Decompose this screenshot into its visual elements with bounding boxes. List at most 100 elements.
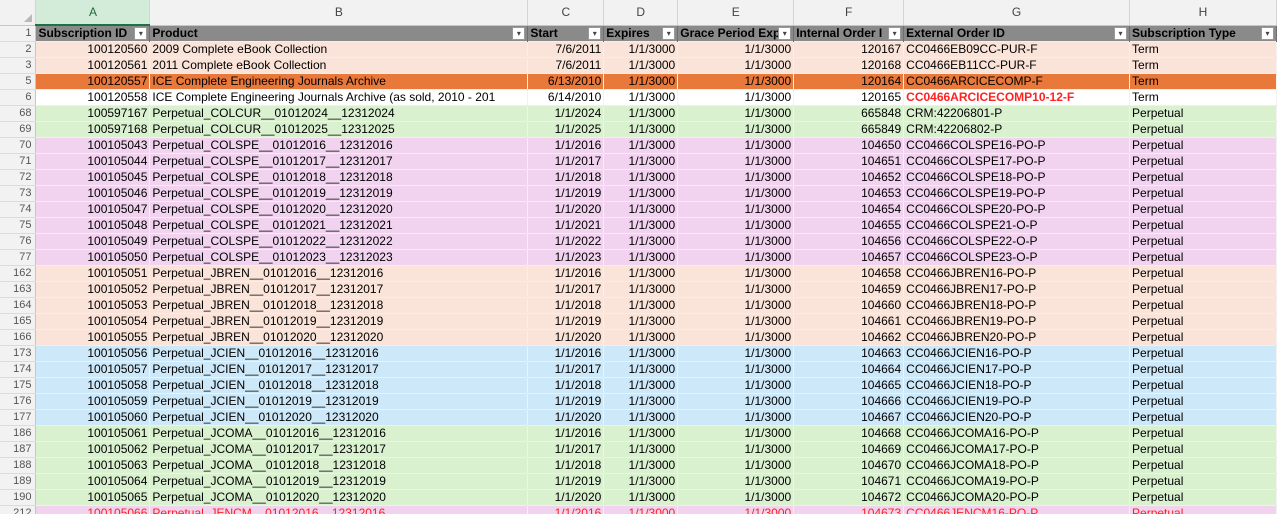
spreadsheet-grid[interactable]: A B C D E F G H 1 Subscription ID ▾ Product ▾ Start ▾ E… xyxy=(0,0,1277,514)
cell-expires[interactable]: 1/1/3000 xyxy=(603,409,679,426)
cell-subscription-type[interactable]: Perpetual xyxy=(1129,233,1277,250)
cell-subscription-id[interactable]: 100120557 xyxy=(35,73,151,90)
cell-external-order-id[interactable]: CC0466COLSPE22-O-P xyxy=(903,233,1131,250)
cell-grace-period-exp[interactable]: 1/1/3000 xyxy=(677,265,795,282)
cell-start[interactable]: 1/1/2019 xyxy=(527,473,605,490)
cell-start[interactable]: 1/1/2016 xyxy=(527,265,605,282)
cell-internal-order-id[interactable]: 104659 xyxy=(793,281,905,298)
row-number[interactable]: 174 xyxy=(0,361,37,378)
column-header-g[interactable]: G xyxy=(903,0,1131,26)
cell-external-order-id[interactable]: CC0466JCIEN18-PO-P xyxy=(903,377,1131,394)
cell-expires[interactable]: 1/1/3000 xyxy=(603,185,679,202)
cell-grace-period-exp[interactable]: 1/1/3000 xyxy=(677,425,795,442)
cell-start[interactable]: 1/1/2016 xyxy=(527,345,605,362)
cell-subscription-type[interactable]: Perpetual xyxy=(1129,377,1277,394)
header-cell-start[interactable]: Start ▾ xyxy=(527,25,605,42)
cell-subscription-id[interactable]: 100105054 xyxy=(35,313,151,330)
cell-product[interactable]: Perpetual_JCOMA__01012017__12312017 xyxy=(149,441,529,458)
cell-subscription-id[interactable]: 100105043 xyxy=(35,137,151,154)
cell-subscription-type[interactable]: Term xyxy=(1129,73,1277,90)
cell-subscription-type[interactable]: Perpetual xyxy=(1129,505,1277,514)
cell-expires[interactable]: 1/1/3000 xyxy=(603,441,679,458)
cell-start[interactable]: 7/6/2011 xyxy=(527,57,605,74)
filter-dropdown-icon[interactable]: ▾ xyxy=(588,26,602,40)
cell-subscription-id[interactable]: 100120558 xyxy=(35,89,151,106)
cell-grace-period-exp[interactable]: 1/1/3000 xyxy=(677,73,795,90)
cell-internal-order-id[interactable]: 104669 xyxy=(793,441,905,458)
cell-internal-order-id[interactable]: 104661 xyxy=(793,313,905,330)
column-header-h[interactable]: H xyxy=(1129,0,1277,26)
cell-product[interactable]: Perpetual_JBREN__01012020__12312020 xyxy=(149,329,529,346)
cell-grace-period-exp[interactable]: 1/1/3000 xyxy=(677,281,795,298)
cell-internal-order-id[interactable]: 104653 xyxy=(793,185,905,202)
row-number[interactable]: 2 xyxy=(0,41,37,58)
cell-expires[interactable]: 1/1/3000 xyxy=(603,297,679,314)
cell-grace-period-exp[interactable]: 1/1/3000 xyxy=(677,153,795,170)
cell-subscription-id[interactable]: 100597167 xyxy=(35,105,151,122)
cell-product[interactable]: Perpetual_JCOMA__01012018__12312018 xyxy=(149,457,529,474)
cell-grace-period-exp[interactable]: 1/1/3000 xyxy=(677,169,795,186)
cell-start[interactable]: 1/1/2021 xyxy=(527,217,605,234)
cell-subscription-type[interactable]: Perpetual xyxy=(1129,217,1277,234)
cell-start[interactable]: 1/1/2023 xyxy=(527,249,605,266)
cell-expires[interactable]: 1/1/3000 xyxy=(603,265,679,282)
cell-subscription-id[interactable]: 100597168 xyxy=(35,121,151,138)
cell-subscription-id[interactable]: 100105060 xyxy=(35,409,151,426)
cell-expires[interactable]: 1/1/3000 xyxy=(603,393,679,410)
cell-subscription-id[interactable]: 100105047 xyxy=(35,201,151,218)
cell-internal-order-id[interactable]: 104656 xyxy=(793,233,905,250)
cell-subscription-id[interactable]: 100105055 xyxy=(35,329,151,346)
row-number[interactable]: 68 xyxy=(0,105,37,122)
cell-internal-order-id[interactable]: 120165 xyxy=(793,89,905,106)
select-all-corner[interactable] xyxy=(0,0,37,26)
cell-subscription-type[interactable]: Perpetual xyxy=(1129,185,1277,202)
row-number[interactable]: 190 xyxy=(0,489,37,506)
cell-expires[interactable]: 1/1/3000 xyxy=(603,169,679,186)
row-number[interactable]: 162 xyxy=(0,265,37,282)
cell-start[interactable]: 1/1/2018 xyxy=(527,297,605,314)
row-number[interactable]: 69 xyxy=(0,121,37,138)
row-number[interactable]: 74 xyxy=(0,201,37,218)
cell-product[interactable]: Perpetual_JENCM__01012016__12312016 xyxy=(149,505,529,514)
cell-subscription-type[interactable]: Perpetual xyxy=(1129,489,1277,506)
cell-subscription-type[interactable]: Perpetual xyxy=(1129,345,1277,362)
cell-expires[interactable]: 1/1/3000 xyxy=(603,41,679,58)
cell-subscription-type[interactable]: Perpetual xyxy=(1129,265,1277,282)
cell-grace-period-exp[interactable]: 1/1/3000 xyxy=(677,473,795,490)
cell-product[interactable]: Perpetual_COLSPE__01012016__12312016 xyxy=(149,137,529,154)
cell-subscription-type[interactable]: Perpetual xyxy=(1129,121,1277,138)
cell-subscription-id[interactable]: 100105046 xyxy=(35,185,151,202)
cell-expires[interactable]: 1/1/3000 xyxy=(603,137,679,154)
cell-external-order-id[interactable]: CRM:42206802-P xyxy=(903,121,1131,138)
cell-grace-period-exp[interactable]: 1/1/3000 xyxy=(677,105,795,122)
cell-grace-period-exp[interactable]: 1/1/3000 xyxy=(677,201,795,218)
cell-external-order-id[interactable]: CC0466JBREN17-PO-P xyxy=(903,281,1131,298)
row-number[interactable]: 77 xyxy=(0,249,37,266)
row-number[interactable]: 70 xyxy=(0,137,37,154)
cell-subscription-type[interactable]: Perpetual xyxy=(1129,361,1277,378)
row-number[interactable]: 165 xyxy=(0,313,37,330)
cell-subscription-id[interactable]: 100105045 xyxy=(35,169,151,186)
cell-start[interactable]: 1/1/2022 xyxy=(527,233,605,250)
header-cell-subscription-type[interactable]: Subscription Type ▾ xyxy=(1129,25,1277,42)
cell-product[interactable]: Perpetual_COLSPE__01012020__12312020 xyxy=(149,201,529,218)
row-number[interactable]: 164 xyxy=(0,297,37,314)
cell-expires[interactable]: 1/1/3000 xyxy=(603,345,679,362)
cell-internal-order-id[interactable]: 104666 xyxy=(793,393,905,410)
cell-internal-order-id[interactable]: 104665 xyxy=(793,377,905,394)
cell-product[interactable]: Perpetual_JCIEN__01012017__12312017 xyxy=(149,361,529,378)
cell-product[interactable]: Perpetual_JBREN__01012019__12312019 xyxy=(149,313,529,330)
cell-start[interactable]: 1/1/2020 xyxy=(527,329,605,346)
cell-external-order-id[interactable]: CC0466JCIEN17-PO-P xyxy=(903,361,1131,378)
cell-grace-period-exp[interactable]: 1/1/3000 xyxy=(677,361,795,378)
header-cell-external-order-id[interactable]: External Order ID ▾ xyxy=(903,25,1131,42)
filter-dropdown-icon[interactable]: ▾ xyxy=(1261,26,1274,40)
cell-external-order-id[interactable]: CC0466EB09CC-PUR-F xyxy=(903,41,1131,58)
cell-external-order-id[interactable]: CC0466JBREN20-PO-P xyxy=(903,329,1131,346)
cell-subscription-type[interactable]: Perpetual xyxy=(1129,409,1277,426)
cell-subscription-id[interactable]: 100105064 xyxy=(35,473,151,490)
row-number[interactable]: 163 xyxy=(0,281,37,298)
row-number[interactable]: 1 xyxy=(0,25,37,42)
cell-start[interactable]: 1/1/2018 xyxy=(527,377,605,394)
row-number[interactable]: 189 xyxy=(0,473,37,490)
